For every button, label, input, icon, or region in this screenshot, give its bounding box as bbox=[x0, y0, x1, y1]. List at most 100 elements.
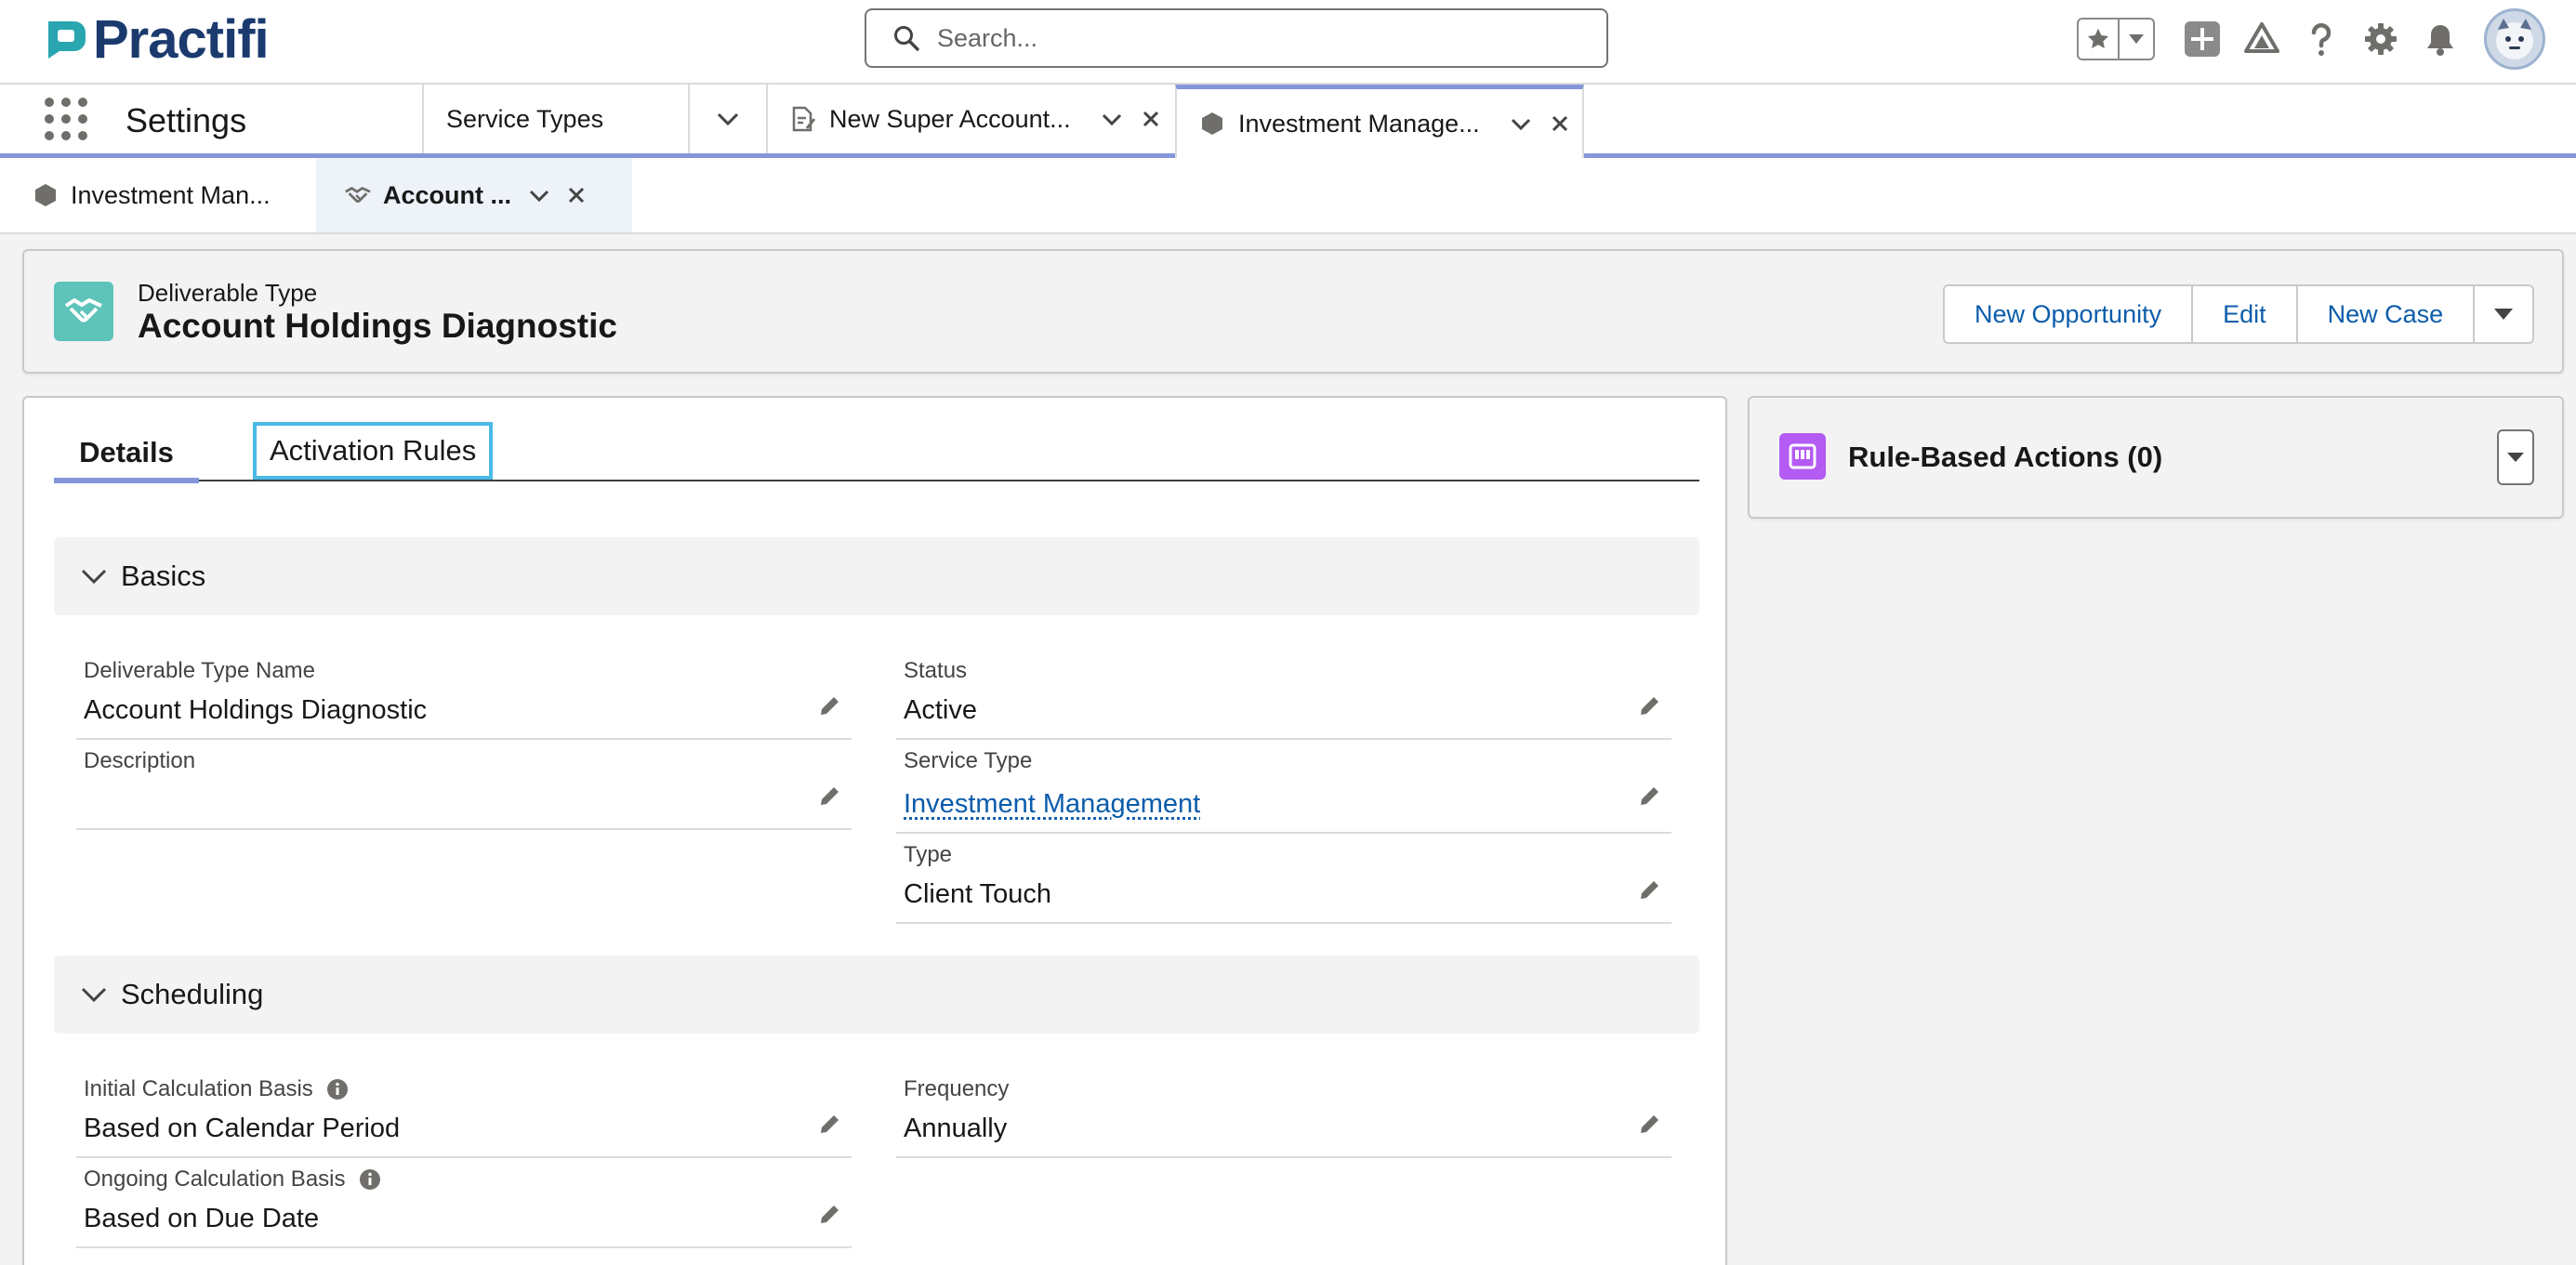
record-action-buttons: New Opportunity Edit New Case bbox=[1943, 284, 2535, 344]
chevron-down-icon bbox=[80, 981, 108, 1008]
new-case-button[interactable]: New Case bbox=[2297, 286, 2476, 342]
field-value: Active bbox=[904, 695, 977, 725]
field-value: Annually bbox=[904, 1113, 1008, 1143]
section-scheduling-header[interactable]: Scheduling bbox=[54, 955, 1699, 1034]
caret-down-icon bbox=[2507, 453, 2524, 462]
rule-based-actions-title: Rule-Based Actions (0) bbox=[1848, 441, 2163, 473]
close-icon[interactable] bbox=[1138, 106, 1164, 132]
deliverable-type-icon bbox=[54, 282, 113, 341]
record-title: Account Holdings Diagnostic bbox=[138, 307, 617, 345]
document-edit-icon bbox=[790, 106, 816, 132]
app-navigation-bar: Settings Service Types New Super Account… bbox=[0, 85, 2576, 158]
pencil-edit-icon[interactable] bbox=[1634, 782, 1664, 811]
tab-activation-rules[interactable]: Activation Rules bbox=[253, 422, 494, 480]
field-label-text: Ongoing Calculation Basis bbox=[84, 1166, 346, 1192]
field-ongoing-calculation-basis: Ongoing Calculation Basis Based on Due D… bbox=[76, 1159, 852, 1248]
help-icon[interactable] bbox=[2300, 18, 2343, 60]
section-title: Basics bbox=[121, 560, 206, 592]
chevron-down-icon[interactable] bbox=[1099, 106, 1125, 132]
subtab-investment-management[interactable]: Investment Man... bbox=[0, 158, 316, 232]
field-type: Type Client Touch bbox=[896, 835, 1671, 924]
section-basics-header[interactable]: Basics bbox=[54, 537, 1699, 615]
global-header: Practifi bbox=[0, 0, 2576, 85]
nav-tab-label: Investment Manage... bbox=[1238, 109, 1480, 138]
edit-button[interactable]: Edit bbox=[2193, 286, 2298, 342]
favorites-star-icon[interactable] bbox=[2079, 20, 2120, 59]
service-type-link[interactable]: Investment Management bbox=[904, 789, 1200, 820]
hexagon-icon bbox=[1199, 111, 1225, 137]
chevron-down-icon[interactable] bbox=[526, 182, 552, 208]
field-value: Client Touch bbox=[904, 879, 1052, 909]
rule-based-actions-menu-button[interactable] bbox=[2497, 429, 2534, 485]
field-label: Deliverable Type Name bbox=[84, 658, 316, 683]
chevron-down-icon bbox=[80, 562, 108, 590]
close-icon[interactable] bbox=[1547, 111, 1573, 137]
trailhead-icon[interactable] bbox=[2240, 18, 2283, 60]
field-label: Service Type bbox=[904, 748, 1033, 773]
record-object-type: Deliverable Type bbox=[138, 279, 318, 307]
setup-gear-icon[interactable] bbox=[2359, 18, 2402, 60]
info-icon[interactable] bbox=[326, 1078, 349, 1100]
field-description: Description bbox=[76, 741, 852, 830]
rule-based-actions-icon bbox=[1779, 433, 1826, 480]
handshake-icon bbox=[344, 181, 372, 209]
field-label-text: Initial Calculation Basis bbox=[84, 1076, 313, 1101]
field-value: Based on Due Date bbox=[84, 1204, 320, 1233]
detail-tabs: Details Activation Rules bbox=[54, 422, 1699, 483]
workspace-subtab-bar: Investment Man... Account ... bbox=[0, 158, 2576, 234]
pencil-edit-icon[interactable] bbox=[814, 692, 844, 721]
notifications-bell-icon[interactable] bbox=[2419, 18, 2462, 60]
nav-tab-investment-management[interactable]: Investment Manage... bbox=[1175, 85, 1584, 158]
field-label: Type bbox=[904, 842, 953, 867]
field-deliverable-type-name: Deliverable Type Name Account Holdings D… bbox=[76, 651, 852, 740]
nav-tab-service-types[interactable]: Service Types bbox=[422, 85, 688, 153]
field-label: Initial Calculation Basis bbox=[84, 1076, 349, 1102]
pencil-edit-icon[interactable] bbox=[814, 782, 844, 811]
tab-details[interactable]: Details bbox=[54, 428, 199, 483]
brand-name: Practifi bbox=[93, 8, 270, 70]
global-search[interactable] bbox=[865, 8, 1608, 68]
global-actions-plus-icon[interactable] bbox=[2181, 18, 2224, 60]
caret-down-icon bbox=[2494, 309, 2514, 320]
new-opportunity-button[interactable]: New Opportunity bbox=[1945, 286, 2194, 342]
rule-based-actions-card: Rule-Based Actions (0) bbox=[1748, 396, 2564, 519]
close-icon[interactable] bbox=[563, 182, 589, 208]
header-utility-icons bbox=[2077, 8, 2545, 70]
subtab-account-holdings-diagnostic[interactable]: Account ... bbox=[316, 158, 632, 232]
pencil-edit-icon[interactable] bbox=[814, 1200, 844, 1230]
field-service-type: Service Type Investment Management bbox=[896, 741, 1671, 834]
field-frequency: Frequency Annually bbox=[896, 1069, 1671, 1158]
pencil-edit-icon[interactable] bbox=[1634, 692, 1664, 721]
practifi-logo-mark-icon bbox=[48, 21, 86, 59]
record-workspace: Deliverable Type Account Holdings Diagno… bbox=[0, 234, 2576, 1265]
field-label: Status bbox=[904, 658, 968, 683]
favorites-button-group[interactable] bbox=[2077, 18, 2155, 60]
chevron-down-icon bbox=[715, 106, 741, 132]
subtab-label: Investment Man... bbox=[71, 180, 271, 209]
record-detail-card: Details Activation Rules Basics Delivera… bbox=[22, 396, 1727, 1265]
field-label: Frequency bbox=[904, 1076, 1010, 1101]
pencil-edit-icon[interactable] bbox=[1634, 876, 1664, 905]
search-input[interactable] bbox=[937, 23, 1541, 53]
field-value: Based on Calendar Period bbox=[84, 1113, 401, 1143]
user-avatar[interactable] bbox=[2484, 8, 2545, 70]
nav-tab-new-super-account[interactable]: New Super Account... bbox=[766, 85, 1175, 153]
pencil-edit-icon[interactable] bbox=[814, 1110, 844, 1140]
field-label: Ongoing Calculation Basis bbox=[84, 1166, 381, 1193]
field-value: Account Holdings Diagnostic bbox=[84, 695, 428, 725]
nav-tab-label: New Super Account... bbox=[829, 104, 1071, 133]
field-label: Description bbox=[84, 748, 196, 773]
hexagon-icon bbox=[32, 181, 59, 209]
more-actions-button[interactable] bbox=[2475, 286, 2533, 342]
chevron-down-icon[interactable] bbox=[1508, 111, 1534, 137]
favorites-dropdown-icon[interactable] bbox=[2120, 20, 2153, 59]
info-icon[interactable] bbox=[359, 1168, 381, 1191]
record-header: Deliverable Type Account Holdings Diagno… bbox=[22, 249, 2564, 374]
practifi-logo[interactable]: Practifi bbox=[43, 9, 270, 70]
subtab-label: Account ... bbox=[383, 180, 512, 209]
app-launcher-icon[interactable] bbox=[45, 98, 87, 140]
section-title: Scheduling bbox=[121, 978, 264, 1010]
pencil-edit-icon[interactable] bbox=[1634, 1110, 1664, 1140]
search-icon bbox=[894, 26, 919, 51]
nav-more-dropdown[interactable] bbox=[688, 85, 766, 153]
